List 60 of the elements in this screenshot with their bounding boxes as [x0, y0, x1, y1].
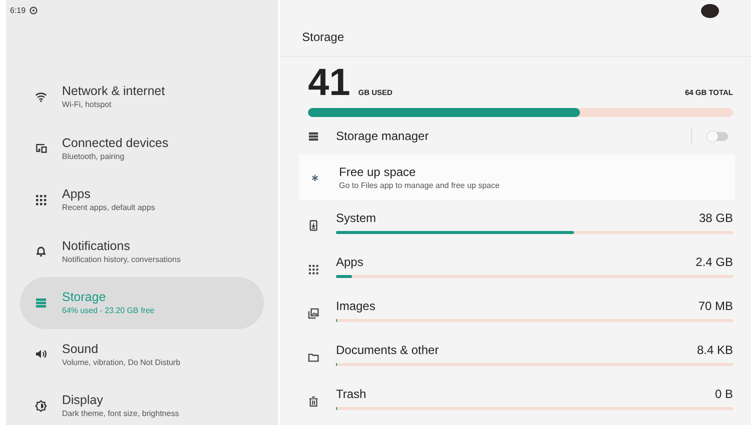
item-title: Storage — [62, 290, 107, 304]
used-amount: 41 — [308, 65, 350, 101]
item-subtitle: Dark theme, font size, brightness — [62, 409, 179, 418]
devices-icon — [35, 142, 47, 154]
storage-category[interactable]: Trash 0 B — [308, 376, 733, 420]
card-title: Free up space — [339, 165, 417, 179]
sidebar-item[interactable]: Sound Volume, vibration, Do Not Disturb — [20, 328, 264, 380]
category-name: Documents & other — [336, 342, 439, 356]
item-subtitle: Wi-Fi, hotspot — [62, 100, 112, 110]
page-title: Storage — [302, 30, 344, 44]
wifi-icon — [35, 90, 47, 103]
card-subtitle: Go to Files app to manage and free up space — [339, 181, 500, 190]
category-size: 70 MB — [698, 298, 733, 312]
item-title: Display — [62, 393, 104, 408]
camera-cutout — [701, 4, 719, 18]
apps-grid-icon — [308, 264, 319, 274]
speaker-icon — [35, 348, 47, 360]
sidebar-item[interactable]: Network & internet Wi-Fi, hotspot — [20, 71, 264, 122]
category-size: 2.4 GB — [696, 254, 733, 268]
trash-icon — [308, 396, 319, 406]
item-title: Apps — [62, 187, 92, 202]
sidebar-item[interactable]: Notifications Notification history, conversations — [20, 226, 264, 277]
storage-icon — [35, 296, 47, 309]
category-size: 0 B — [714, 386, 733, 400]
category-name: System — [336, 210, 376, 224]
phone-icon — [308, 220, 319, 230]
toggle-switch[interactable] — [708, 132, 728, 140]
sidebar-item[interactable]: Connected devices Bluetooth, pairing — [20, 122, 264, 174]
category-size: 38 GB — [698, 210, 733, 224]
storage-category[interactable]: Apps 2.4 GB — [308, 244, 733, 288]
storage-manager-label: Storage manager — [336, 129, 429, 143]
item-title: Connected devices — [62, 136, 168, 150]
item-subtitle: Notification history, conversations — [62, 254, 181, 264]
bell-icon — [35, 245, 47, 258]
item-title: Network & internet — [62, 84, 165, 98]
storage-icon — [308, 130, 319, 142]
storage-category[interactable]: System 38 GB — [308, 200, 733, 244]
item-subtitle: Volume, vibration, Do Not Disturb — [62, 358, 180, 367]
item-subtitle: Recent apps, default apps — [62, 203, 155, 212]
item-title: Notifications — [62, 238, 132, 253]
brightness-icon — [35, 400, 47, 412]
item-title: Sound — [62, 342, 100, 356]
sparkle-icon — [311, 174, 319, 182]
item-subtitle: 64% used - 23.20 GB free — [62, 306, 154, 316]
status-time: 6:19 — [10, 6, 26, 15]
apps-grid-icon — [35, 194, 47, 206]
storage-category[interactable]: Images 70 MB — [308, 288, 733, 332]
free-up-space-card[interactable]: Free up space Go to Files app to manage and free up space — [299, 155, 735, 200]
item-subtitle: Bluetooth, pairing — [62, 152, 126, 161]
sidebar-item[interactable]: Apps Recent apps, default apps — [20, 174, 264, 226]
category-name: Trash — [336, 386, 366, 400]
category-size: 8.4 KB — [696, 342, 733, 356]
storage-category[interactable]: Documents & other 8.4 KB — [308, 332, 733, 376]
settings-icon — [28, 6, 38, 15]
folder-icon — [308, 352, 319, 362]
image-stack-icon — [308, 308, 319, 318]
storage-manager-row[interactable]: Storage manager — [308, 117, 733, 155]
category-name: Images — [336, 298, 376, 312]
sidebar-item[interactable]: Display Dark theme, font size, brightness — [20, 380, 264, 425]
category-name: Apps — [336, 254, 364, 268]
